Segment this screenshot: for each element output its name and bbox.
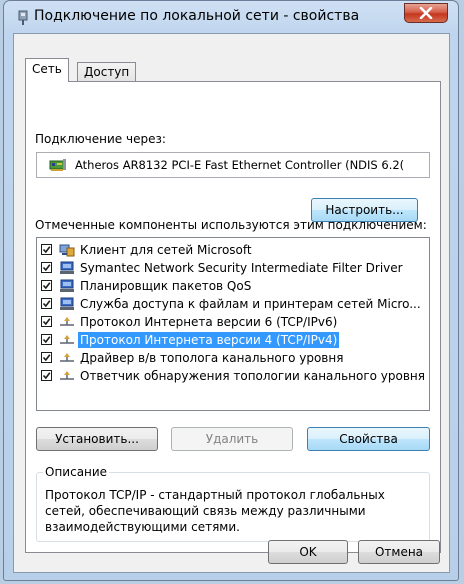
list-item[interactable]: Драйвер в/в тополога канального уровня <box>37 349 429 367</box>
item-label: Планировщик пакетов QoS <box>80 279 252 293</box>
checkmark-icon <box>42 264 51 272</box>
window-title: Подключение по локальной сети - свойства <box>34 8 360 24</box>
network-protocol-icon <box>60 353 74 362</box>
components-label: Отмеченные компоненты используются этим … <box>35 218 427 232</box>
properties-window: Подключение по локальной сети - свойства… <box>3 0 459 581</box>
list-item[interactable]: Symantec Network Security Intermediate F… <box>37 259 429 277</box>
tab-sharing-label: Доступ <box>84 65 130 79</box>
network-protocol-icon <box>60 371 74 380</box>
list-item[interactable]: Клиент для сетей Microsoft <box>37 241 429 259</box>
remove-button[interactable]: Удалить <box>171 427 293 451</box>
adapter-name: Atheros AR8132 PCI-E Fast Ethernet Contr… <box>75 158 405 172</box>
list-item[interactable]: Планировщик пакетов QoS <box>37 277 429 295</box>
description-text: Протокол TCP/IP - стандартный протокол г… <box>45 488 385 534</box>
connect-using-label: Подключение через: <box>35 132 166 146</box>
tab-sharing[interactable]: Доступ <box>77 62 137 82</box>
item-label: Драйвер в/в тополога канального уровня <box>80 351 344 365</box>
checkmark-icon <box>42 300 51 308</box>
cancel-button[interactable]: Отмена <box>358 540 440 564</box>
description-legend: Описание <box>43 465 110 479</box>
item-label: Клиент для сетей Microsoft <box>80 243 252 257</box>
item-label: Протокол Интернета версии 4 (TCP/IPv4) <box>78 332 340 348</box>
tab-network-label: Сеть <box>32 62 62 76</box>
item-label: Протокол Интернета версии 6 (TCP/IPv6) <box>80 315 338 329</box>
checkbox[interactable] <box>41 352 52 363</box>
adapter-field[interactable]: Atheros AR8132 PCI-E Fast Ethernet Contr… <box>36 152 430 178</box>
title-bar[interactable]: Подключение по локальной сети - свойства <box>4 1 458 31</box>
checkbox[interactable] <box>41 298 52 309</box>
network-service-icon <box>60 261 74 274</box>
list-item[interactable]: Служба доступа к файлам и принтерам сете… <box>37 295 429 313</box>
checkbox[interactable] <box>41 262 52 273</box>
checkbox[interactable] <box>41 316 52 327</box>
network-service-icon <box>60 279 74 292</box>
checkbox[interactable] <box>41 280 52 291</box>
checkmark-icon <box>42 282 51 290</box>
description-group: Описание Протокол TCP/IP - стандартный п… <box>36 465 430 542</box>
list-item[interactable]: Протокол Интернета версии 6 (TCP/IPv6) <box>37 313 429 331</box>
properties-button[interactable]: Свойства <box>307 427 430 451</box>
ok-button[interactable]: OK <box>268 540 348 564</box>
close-button[interactable] <box>404 3 448 23</box>
tab-panel-network: Подключение через: Atheros AR8132 PCI-E … <box>25 81 441 553</box>
network-service-icon <box>60 297 74 310</box>
close-icon <box>419 7 433 19</box>
network-protocol-icon <box>60 317 74 326</box>
dialog-client-area: Сеть Доступ Подключение через: Atheros A… <box>13 33 450 573</box>
checkmark-icon <box>42 246 51 254</box>
item-label: Ответчик обнаружения топологии канальног… <box>80 369 425 383</box>
list-item-selected[interactable]: Протокол Интернета версии 4 (TCP/IPv4) <box>37 331 429 349</box>
checkmark-icon <box>42 318 51 326</box>
checkbox[interactable] <box>41 244 52 255</box>
checkbox[interactable] <box>41 370 52 381</box>
checkmark-icon <box>42 372 51 380</box>
tab-network[interactable]: Сеть <box>25 58 69 82</box>
network-adapter-icon <box>18 10 28 25</box>
network-protocol-icon <box>60 335 74 344</box>
checkbox[interactable] <box>41 334 52 345</box>
install-button[interactable]: Установить... <box>36 427 158 451</box>
item-label: Служба доступа к файлам и принтерам сете… <box>80 297 421 311</box>
list-item[interactable]: Ответчик обнаружения топологии канальног… <box>37 367 429 385</box>
item-label: Symantec Network Security Intermediate F… <box>80 261 403 275</box>
components-list[interactable]: Клиент для сетей Microsoft Symantec Netw… <box>36 237 430 411</box>
network-card-icon <box>49 159 66 171</box>
network-client-icon <box>59 244 75 257</box>
checkmark-icon <box>42 354 51 362</box>
checkmark-icon <box>42 336 51 344</box>
